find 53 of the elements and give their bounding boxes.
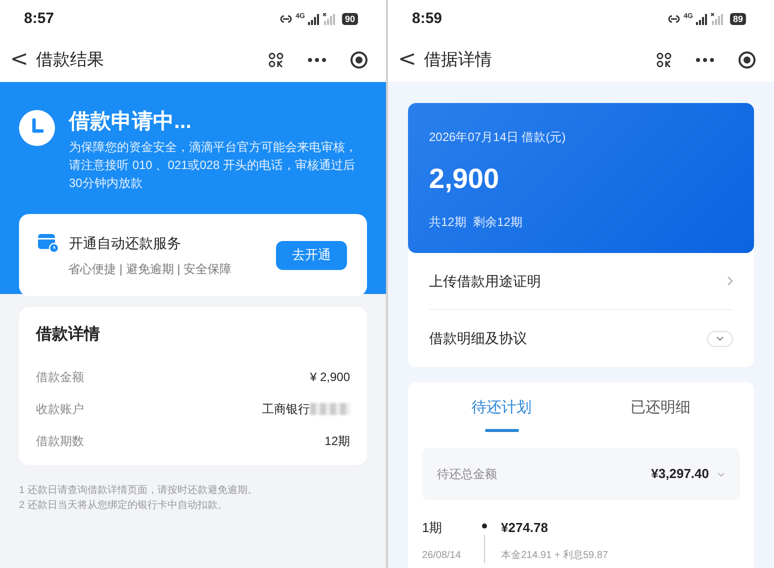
loan-amount: 2,900	[429, 162, 500, 196]
detail-value: 工商银行	[262, 401, 310, 418]
page-title: 借款结果	[36, 49, 104, 72]
more-icon[interactable]	[308, 58, 326, 62]
back-button[interactable]: <	[10, 49, 28, 71]
page-title: 借据详情	[424, 49, 492, 72]
plan-tab[interactable]: 待还计划	[422, 396, 581, 432]
status-message: 为保障您的资金安全，滴滴平台官方可能会来电审核，请注意接听 010 、021或028 开头的电话，审核通过后30分钟内放款	[69, 139, 358, 192]
link-icon	[278, 14, 293, 24]
note-text: 1 还款日请查询借款详情页面，请按时还款避免逾期。	[19, 484, 258, 498]
status-heading: 借款申请中...	[69, 109, 193, 135]
installment-breakdown: 本金214.91 + 利息59.87	[501, 548, 608, 562]
detail-value: ¥ 2,900	[310, 369, 350, 386]
status-time: 8:59	[412, 8, 442, 29]
target-icon[interactable]	[350, 51, 368, 69]
signal-icon	[696, 14, 708, 24]
battery-level: 89	[730, 13, 746, 25]
autopay-title: 开通自动还款服务	[69, 234, 181, 252]
battery-level: 90	[342, 13, 358, 25]
plan-tab[interactable]: 已还明细	[581, 396, 740, 432]
loan-date: 2026年07月14日 借款(元)	[429, 129, 567, 146]
period-date: 26/08/14	[422, 548, 462, 562]
chevron-down-icon	[716, 336, 724, 341]
status-time: 8:57	[24, 8, 54, 29]
detail-value: 12期	[324, 433, 350, 450]
installment-amount: ¥274.78	[501, 519, 549, 537]
back-button[interactable]: <	[398, 49, 416, 71]
clock-icon	[19, 110, 55, 146]
detail-label: 收款账户	[36, 401, 84, 418]
details-title: 借款详情	[36, 324, 101, 345]
more-icon[interactable]	[696, 58, 714, 62]
chevron-down-icon	[717, 472, 725, 476]
link-row[interactable]: 借款明细及协议	[429, 310, 733, 367]
scan-icon[interactable]	[656, 52, 672, 68]
loan-terms: 共12期 剩余12期	[429, 214, 524, 231]
scan-icon[interactable]	[268, 52, 284, 68]
link-icon	[666, 14, 681, 24]
total-row[interactable]: 待还总金额 ¥3,297.40	[422, 448, 740, 500]
masked-number	[310, 403, 350, 415]
chevron-right-icon	[727, 276, 733, 286]
autopay-subtitle: 省心便捷 | 避免逾期 | 安全保障	[68, 260, 232, 278]
detail-label: 借款期数	[36, 433, 84, 450]
note-text: 2 还款日当天将从您绑定的银行卡中自动扣款。	[19, 498, 228, 513]
detail-label: 借款金额	[36, 369, 84, 386]
no-signal-icon	[710, 13, 725, 25]
target-icon[interactable]	[738, 51, 756, 69]
link-row[interactable]: 上传借款用途证明	[429, 253, 733, 310]
expand-button[interactable]	[707, 330, 733, 346]
calendar-clock-icon	[38, 233, 59, 253]
timeline-marker	[482, 523, 487, 563]
signal-icon	[308, 14, 320, 24]
period-label: 1期	[422, 519, 444, 537]
no-signal-icon	[322, 13, 337, 25]
